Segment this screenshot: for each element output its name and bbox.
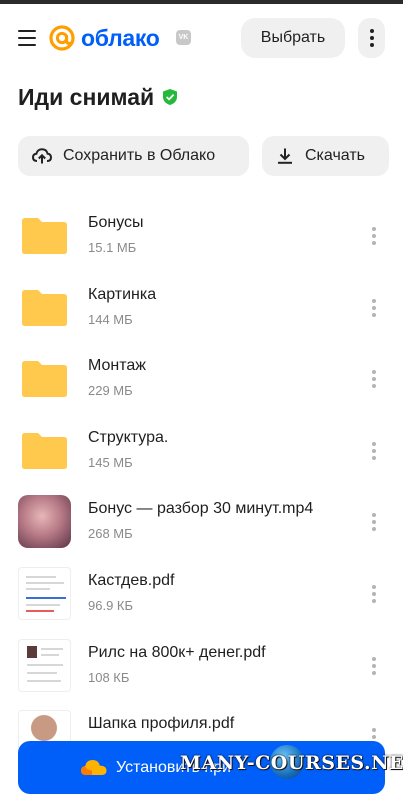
cloud-upload-icon [32, 148, 52, 164]
cloud-icon [81, 760, 107, 775]
download-button[interactable]: Скачать [262, 136, 389, 176]
item-more-icon[interactable] [368, 654, 380, 678]
file-size: 108 КБ [88, 669, 130, 685]
folder-icon [18, 281, 71, 334]
folder-icon [18, 424, 71, 477]
list-item[interactable]: Кастдев.pdf 96.9 КБ [0, 558, 403, 630]
page-title: Иди снимай [18, 83, 155, 110]
file-size: 145 МБ [88, 454, 133, 470]
item-more-icon[interactable] [368, 367, 380, 391]
folder-title-row: Иди снимай [18, 82, 178, 112]
status-bar-strip [0, 0, 403, 4]
list-item[interactable]: Структура. 145 МБ [0, 415, 403, 487]
hamburger-menu-icon[interactable] [18, 30, 36, 46]
more-options-icon[interactable] [358, 18, 385, 58]
file-name: Бонус — разбор 30 минут.mp4 [88, 500, 314, 518]
vk-badge: VK [176, 30, 191, 45]
file-size: 229 МБ [88, 383, 133, 399]
video-thumbnail [18, 495, 71, 549]
file-name: Шапка профиля.pdf [88, 715, 235, 733]
file-size: 15.1 МБ [88, 240, 137, 255]
item-more-icon[interactable] [368, 296, 380, 320]
file-name: Рилс на 800к+ денег.pdf [88, 643, 266, 661]
item-more-icon[interactable] [368, 582, 380, 606]
at-logo-icon [49, 25, 75, 51]
pdf-thumbnail [18, 566, 71, 620]
watermark: MANY-COURSES.NET [180, 752, 403, 774]
app-header: облако VK Выбрать [0, 18, 403, 58]
logo-text: облако [81, 24, 160, 51]
cloud-logo[interactable]: облако [48, 22, 160, 54]
shield-check-icon [163, 89, 178, 105]
download-icon [278, 148, 292, 164]
file-size: 96.9 КБ [88, 597, 134, 613]
save-to-cloud-label: Сохранить в Облако [63, 147, 216, 164]
save-to-cloud-button[interactable]: Сохранить в Облако [18, 136, 249, 176]
item-more-icon[interactable] [368, 224, 380, 248]
folder-icon [18, 209, 71, 262]
item-more-icon[interactable] [368, 439, 380, 463]
list-item[interactable]: Монтаж 229 МБ [0, 343, 403, 415]
list-item[interactable]: Рилс на 800к+ денег.pdf 108 КБ [0, 630, 403, 702]
list-item[interactable]: Бонусы 15.1 МБ [0, 200, 403, 272]
list-item[interactable]: Бонус — разбор 30 минут.mp4 268 МБ [0, 486, 403, 558]
folder-icon [18, 352, 71, 405]
select-button[interactable]: Выбрать [241, 18, 345, 58]
file-name: Монтаж [88, 357, 146, 375]
download-label: Скачать [305, 147, 365, 164]
file-size: 268 МБ [88, 526, 133, 542]
file-name: Кастдев.pdf [88, 571, 175, 589]
item-more-icon[interactable] [368, 510, 380, 534]
file-size: 144 МБ [88, 311, 133, 327]
pdf-thumbnail [18, 638, 71, 692]
file-name: Структура. [88, 428, 169, 446]
file-name: Картинка [88, 285, 157, 303]
file-name: Бонусы [88, 214, 144, 231]
file-list: Бонусы 15.1 МБ Картинка 144 МБ Монтаж 22… [0, 200, 403, 773]
list-item[interactable]: Картинка 144 МБ [0, 272, 403, 344]
